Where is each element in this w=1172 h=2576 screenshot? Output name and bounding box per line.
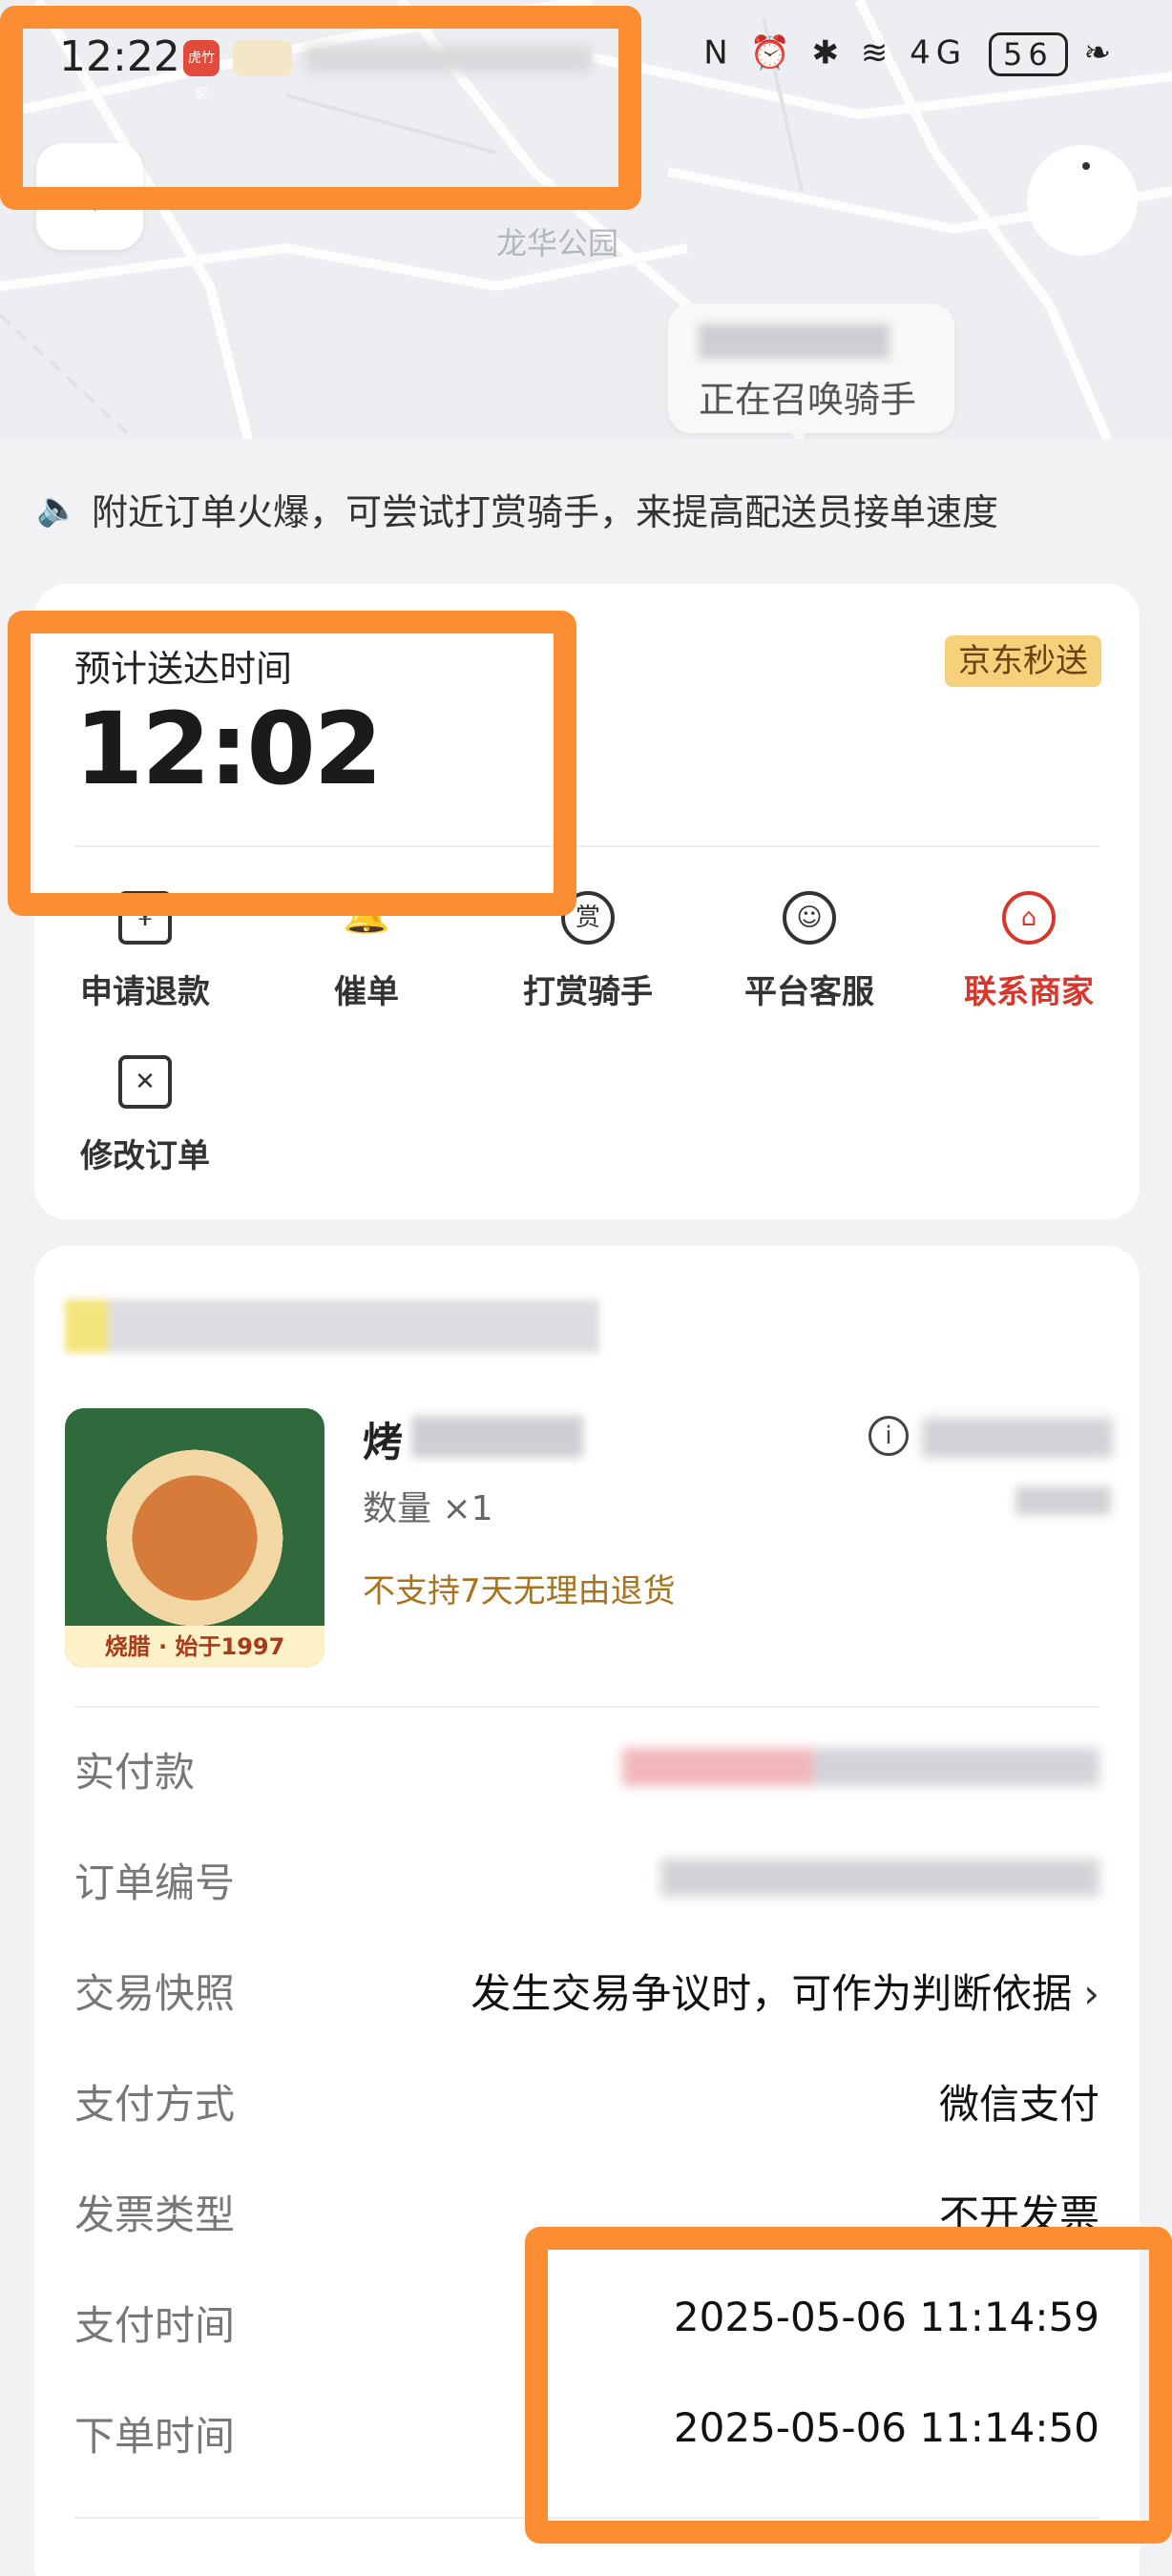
divider (74, 1706, 1099, 1708)
return-policy: 不支持7天无理由退货 (363, 1572, 676, 1610)
detail-label: 发票类型 (74, 2192, 236, 2238)
action-label: 催单 (334, 973, 399, 1011)
rider-avatar[interactable] (1027, 145, 1138, 256)
rider-status-bubble: 正在召唤骑手 (668, 303, 954, 433)
annotation-box-status (0, 6, 641, 210)
customer-service-button[interactable]: ☺ 平台客服 (699, 891, 920, 1012)
detail-label: 交易快照 (74, 1970, 236, 2017)
edit-order-icon: ✕ (118, 1055, 172, 1109)
action-label: 修改订单 (80, 1137, 210, 1175)
action-label: 联系商家 (964, 973, 1094, 1011)
product-image[interactable]: 烧腊 · 始于1997 (65, 1408, 324, 1668)
chevron-right-icon: › (1083, 1970, 1099, 2017)
product-image-caption: 烧腊 · 始于1997 (65, 1626, 324, 1668)
detail-value: 发生交易争议时，可作为判断依据 (471, 1970, 1073, 2017)
annotation-box-eta (8, 611, 576, 916)
rider-dot-icon (1082, 162, 1090, 170)
detail-row-amount: 实付款 (74, 1740, 1099, 1797)
detail-row-payment-method: 支付方式 微信支付 (74, 2072, 1099, 2129)
detail-label: 下单时间 (74, 2413, 236, 2460)
blurred-price (1015, 1486, 1111, 1515)
blurred-order-id (660, 1859, 1099, 1897)
smile-icon: ☺ (783, 891, 836, 945)
service-badge: 京东秒送 (945, 635, 1101, 687)
store-chat-icon: ⌂ (1002, 891, 1056, 945)
blurred-right-text (922, 1418, 1113, 1458)
detail-label: 支付时间 (74, 2302, 236, 2349)
blurred-rider-info (699, 324, 889, 359)
contact-merchant-button[interactable]: ⌂ 联系商家 (918, 891, 1140, 1012)
battery-icon: 56 (988, 32, 1068, 76)
action-label: 申请退款 (80, 973, 210, 1011)
speaker-icon: 🔈 (36, 488, 79, 529)
detail-label: 支付方式 (74, 2081, 236, 2128)
product-name[interactable]: 烤 (363, 1410, 403, 1468)
rider-status-text: 正在召唤骑手 (699, 379, 917, 421)
leaf-icon: ❧ (1083, 33, 1117, 73)
action-label: 平台客服 (744, 973, 874, 1011)
notice-text: 附近订单火爆，可尝试打赏骑手，来提高配送员接单速度 (92, 491, 999, 533)
detail-label: 实付款 (74, 1749, 196, 1796)
snapshot-link[interactable]: 发生交易争议时，可作为判断依据 › (471, 1962, 1099, 2020)
notice-bar: 🔈 附近订单火爆，可尝试打赏骑手，来提高配送员接单速度 (36, 483, 998, 535)
blurred-product-name (411, 1416, 583, 1458)
detail-row-snapshot[interactable]: 交易快照 发生交易争议时，可作为判断依据 › (74, 1962, 1099, 2019)
blurred-amount (622, 1748, 1099, 1786)
annotation-box-times (525, 2227, 1172, 2544)
edit-order-button[interactable]: ✕ 修改订单 (34, 1055, 256, 1176)
signal-icons: N ⏰ ✱ ≋ 4G (703, 33, 968, 73)
info-icon[interactable]: i (869, 1416, 909, 1456)
detail-row-order-id: 订单编号 (74, 1851, 1099, 1908)
system-icons: N ⏰ ✱ ≋ 4G 56 ❧ (703, 32, 1117, 76)
blurred-store-name[interactable] (65, 1299, 599, 1353)
detail-label: 订单编号 (74, 1859, 236, 1906)
product-quantity: 数量 ×1 (363, 1489, 493, 1528)
action-label: 打赏骑手 (523, 973, 653, 1011)
order-detail-page: 12:22 虎竹家 N ⏰ ✱ ≋ 4G 56 ❧ ‹ 龙华公园 正在召唤骑手 … (0, 0, 1172, 2576)
detail-value: 微信支付 (938, 2081, 1099, 2128)
map-place-label: 龙华公园 (496, 225, 619, 261)
